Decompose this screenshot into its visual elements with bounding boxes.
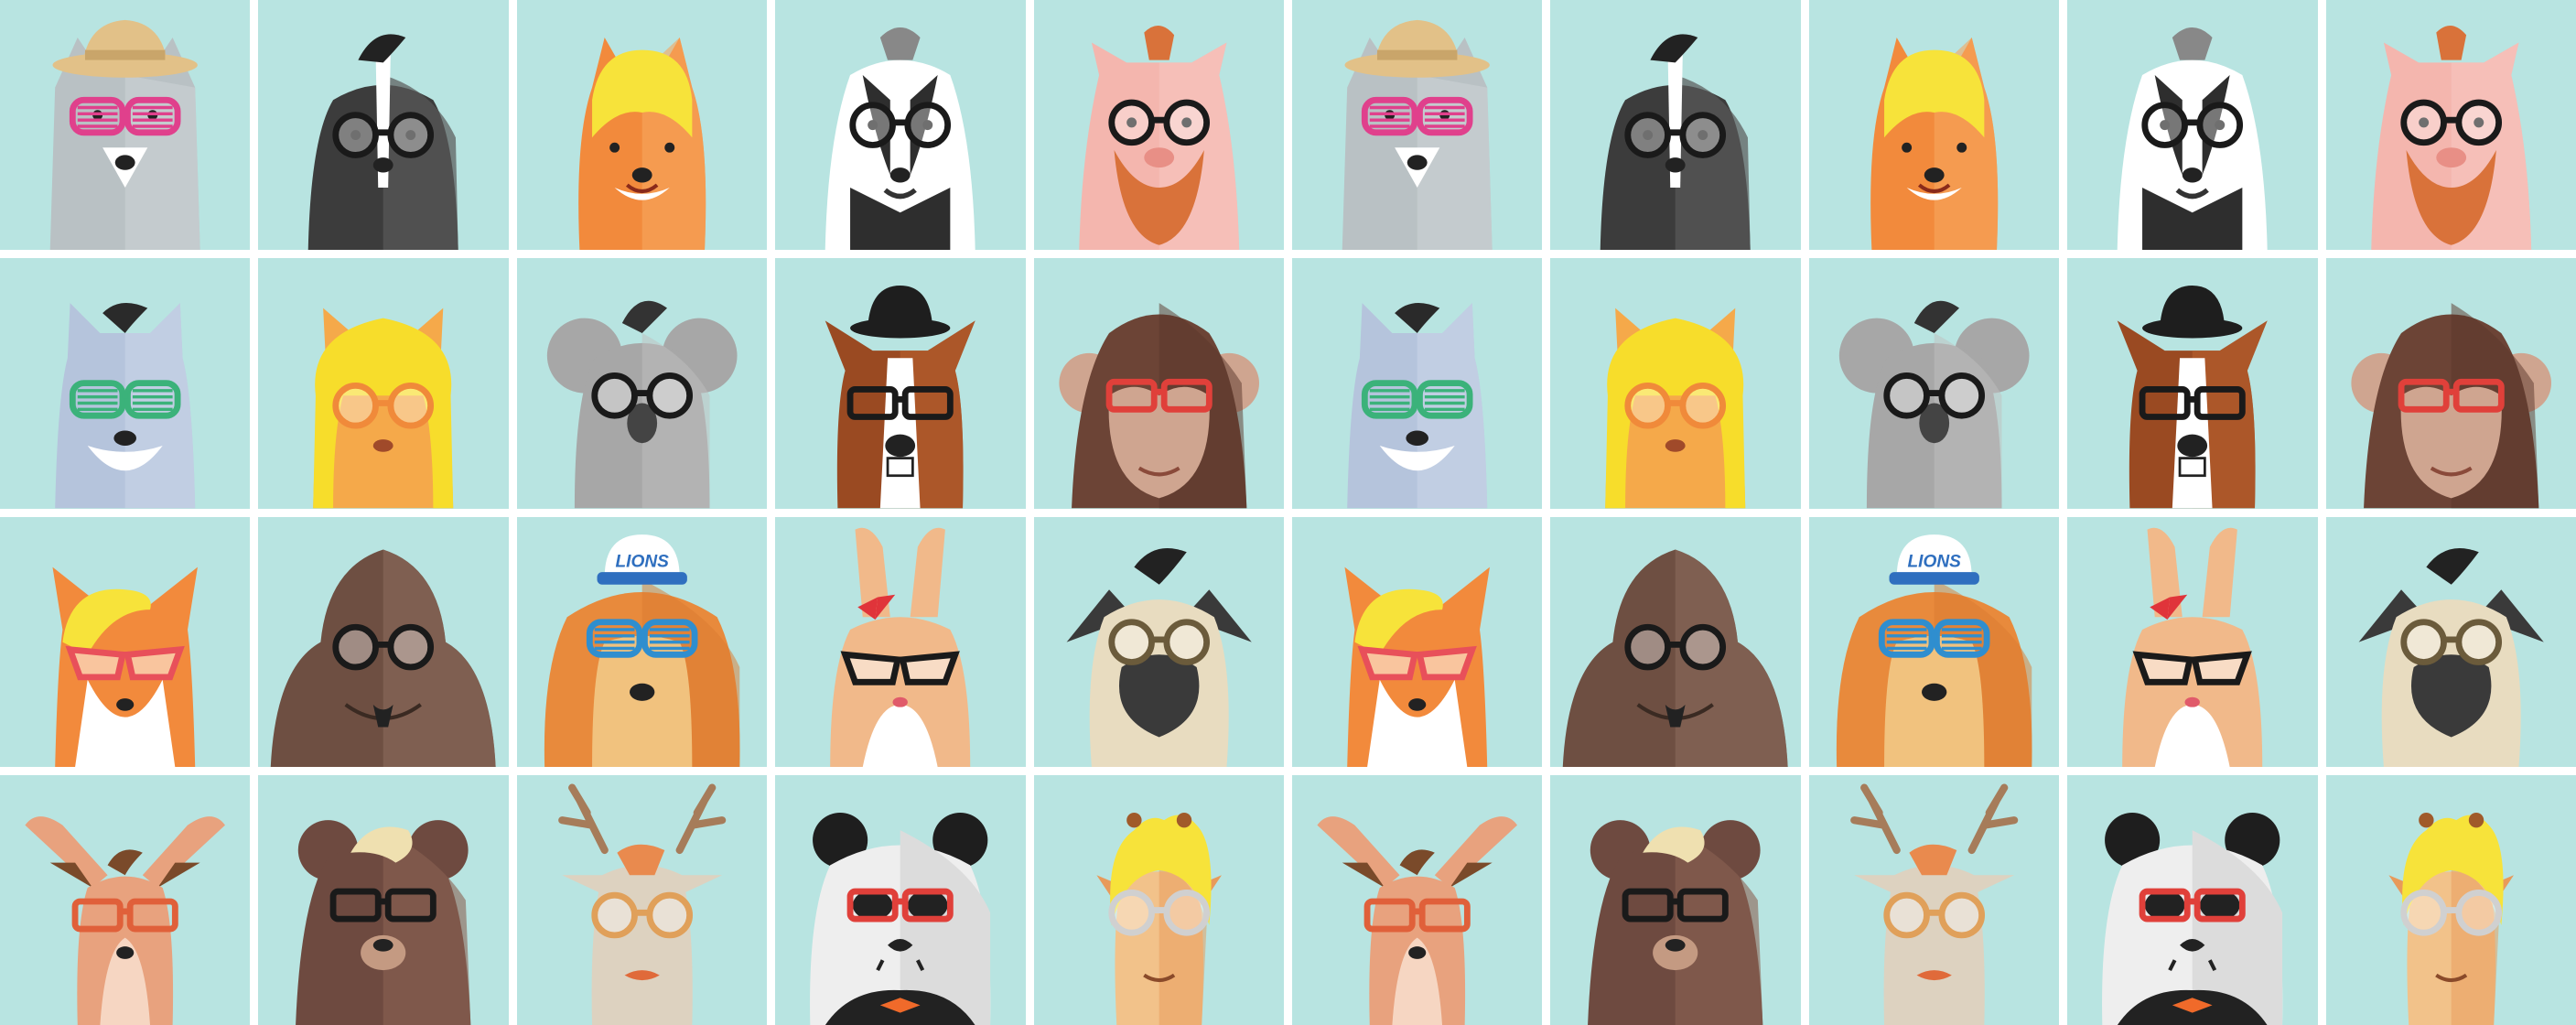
avatar-tile	[516, 258, 768, 509]
avatar-tile	[2067, 0, 2318, 251]
raccoon-icon	[1347, 303, 1488, 509]
avatar-tile	[0, 258, 251, 509]
avatar-tile	[258, 774, 509, 1025]
avatar-tile	[2325, 774, 2576, 1025]
skunk-icon	[1601, 34, 1751, 251]
bear-icon	[296, 819, 471, 1025]
avatar-tile	[1550, 774, 1801, 1025]
avatar-tile	[1291, 258, 1543, 509]
wolf-hat-icon	[1342, 19, 1493, 251]
giraffe-icon	[1095, 812, 1222, 1025]
monkey-icon	[2350, 303, 2551, 509]
avatar-tile	[2067, 516, 2318, 767]
pug-icon	[1066, 547, 1252, 767]
avatar-tile	[1808, 774, 2060, 1025]
panda-icon	[2102, 812, 2283, 1025]
skunk-icon	[308, 34, 459, 251]
lion-icon: LIONS	[1836, 534, 2032, 767]
avatar-tile	[2325, 516, 2576, 767]
pug-icon	[2358, 547, 2544, 767]
badger-icon	[825, 27, 975, 251]
cat-icon	[1605, 308, 1746, 509]
avatar-tile	[1550, 0, 1801, 251]
lion-icon: LIONS	[544, 534, 740, 767]
avatar-tile	[775, 516, 1026, 767]
panda-icon	[810, 812, 991, 1025]
squirrel-icon	[577, 37, 706, 251]
monkey-icon	[1058, 303, 1259, 509]
lions-cap-text: LIONS	[615, 552, 669, 571]
deer-icon	[1849, 783, 2019, 1025]
avatar-tile	[1033, 774, 1284, 1025]
avatar-tile	[1291, 0, 1543, 251]
avatar-tile	[1033, 258, 1284, 509]
avatar-tile	[1033, 0, 1284, 251]
avatar-tile	[258, 0, 509, 251]
avatar-tile	[1550, 516, 1801, 767]
avatar-tile	[258, 258, 509, 509]
avatar-tile	[2067, 258, 2318, 509]
pig-icon	[2370, 25, 2531, 251]
dog-bowler-icon	[2117, 286, 2268, 509]
avatar-tile	[2325, 0, 2576, 251]
raccoon-icon	[55, 303, 196, 509]
avatar-tile	[516, 0, 768, 251]
bear-icon	[1588, 819, 1763, 1025]
kangaroo-icon	[1317, 815, 1517, 1025]
avatar-tile	[0, 516, 251, 767]
lions-cap-text: LIONS	[1907, 552, 1961, 571]
koala-icon	[546, 300, 738, 509]
avatar-tile	[775, 774, 1026, 1025]
avatar-tile	[1808, 258, 2060, 509]
animal-avatar-grid: LIONS LIONS	[0, 0, 2576, 1025]
gorilla-icon	[1563, 549, 1789, 767]
avatar-tile	[2067, 774, 2318, 1025]
giraffe-icon	[2387, 812, 2514, 1025]
cat-icon	[313, 308, 454, 509]
avatar-tile	[1808, 0, 2060, 251]
badger-icon	[2117, 27, 2268, 251]
deer-icon	[557, 783, 727, 1025]
koala-icon	[1838, 300, 2030, 509]
rabbit-icon	[830, 527, 971, 767]
avatar-tile	[775, 0, 1026, 251]
avatar-tile	[1550, 258, 1801, 509]
avatar-tile	[775, 258, 1026, 509]
gorilla-icon	[271, 549, 497, 767]
kangaroo-icon	[25, 815, 225, 1025]
fox-icon	[52, 566, 198, 767]
avatar-tile	[0, 0, 251, 251]
avatar-tile: LIONS	[516, 516, 768, 767]
squirrel-icon	[1870, 37, 1999, 251]
wolf-hat-icon	[49, 19, 200, 251]
avatar-tile	[516, 774, 768, 1025]
fox-icon	[1344, 566, 1490, 767]
pig-icon	[1078, 25, 1239, 251]
avatar-tile: LIONS	[1808, 516, 2060, 767]
avatar-tile	[0, 774, 251, 1025]
avatar-tile	[1033, 516, 1284, 767]
avatar-tile	[1291, 516, 1543, 767]
avatar-tile	[2325, 258, 2576, 509]
avatar-tile	[258, 516, 509, 767]
dog-bowler-icon	[825, 286, 975, 509]
rabbit-icon	[2122, 527, 2263, 767]
avatar-tile	[1291, 774, 1543, 1025]
